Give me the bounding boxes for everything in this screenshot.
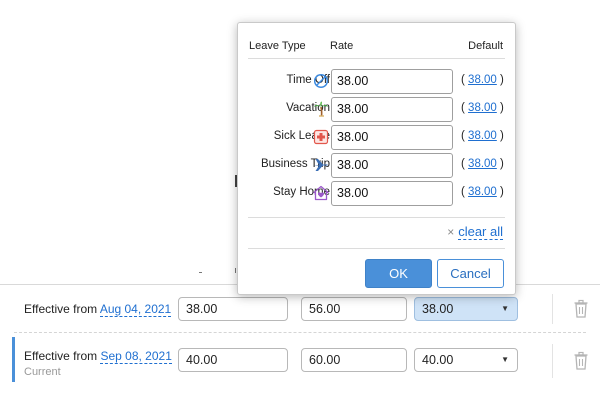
list-divider: [248, 217, 505, 218]
leave-rate-input[interactable]: 38.00: [331, 125, 453, 150]
caret-down-icon: ▼: [501, 355, 509, 364]
clear-all[interactable]: × clear all: [447, 224, 503, 240]
default-rate-link[interactable]: 38.00: [468, 74, 497, 86]
overtime-rate-input[interactable]: 60.00: [301, 348, 407, 372]
default-rate: ( 38.00 ): [461, 74, 504, 86]
bg-tick: [199, 272, 202, 273]
current-label: Current: [24, 366, 61, 378]
default-rate-link[interactable]: 38.00: [468, 186, 497, 198]
leave-rate-value: 38.00: [422, 302, 454, 316]
home-heart-icon: [313, 185, 329, 201]
leave-type-row: Sick Leave 38.00 ( 38.00 ): [238, 125, 515, 151]
default-rate-link[interactable]: 38.00: [468, 102, 497, 114]
leave-rate-select[interactable]: 38.00 ▼: [414, 297, 518, 321]
effective-date-link[interactable]: Sep 08, 2021: [100, 349, 172, 364]
rate-row: Effective from Sep 08, 2021 Current 40.0…: [12, 340, 592, 385]
clear-all-link[interactable]: clear all: [458, 224, 503, 240]
bg-tick: [235, 268, 236, 273]
medical-cross-icon: [313, 129, 329, 145]
rate-input[interactable]: 40.00: [178, 348, 288, 372]
default-rate-link[interactable]: 38.00: [468, 130, 497, 142]
leave-type-row: Vacation 38.00 ( 38.00 ): [238, 97, 515, 123]
ok-button[interactable]: OK: [365, 259, 432, 288]
paren-open: (: [461, 186, 465, 198]
clear-icon: ×: [447, 225, 455, 239]
paren-open: (: [461, 102, 465, 114]
leave-rate-input[interactable]: 38.00: [331, 69, 453, 94]
paren-close: ): [500, 158, 504, 170]
rate-input[interactable]: 38.00: [178, 297, 288, 321]
trash-icon[interactable]: [573, 351, 589, 371]
paren-close: ): [500, 186, 504, 198]
leave-rate-select[interactable]: 40.00 ▼: [414, 348, 518, 372]
effective-prefix: Effective from: [24, 302, 98, 316]
default-rate: ( 38.00 ): [461, 186, 504, 198]
header-default: Default: [468, 40, 503, 52]
effective-date-link[interactable]: Aug 04, 2021: [99, 302, 172, 317]
paren-open: (: [461, 130, 465, 142]
default-rate-link[interactable]: 38.00: [468, 158, 497, 170]
default-rate: ( 38.00 ): [461, 102, 504, 114]
paren-close: ): [500, 102, 504, 114]
overtime-rate-input[interactable]: 56.00: [301, 297, 407, 321]
default-rate: ( 38.00 ): [461, 130, 504, 142]
header-divider: [248, 58, 505, 59]
column-divider: [552, 344, 553, 378]
effective-label: Effective from Sep 08, 2021: [24, 349, 172, 364]
leave-rate-value: 40.00: [422, 353, 454, 367]
paren-open: (: [461, 74, 465, 86]
palm-tree-icon: [314, 101, 328, 117]
default-rate: ( 38.00 ): [461, 158, 504, 170]
header-leave-type: Leave Type: [249, 40, 306, 52]
trash-icon[interactable]: [573, 299, 589, 319]
leave-type-row: Stay Home 38.00 ( 38.00 ): [238, 181, 515, 207]
leave-rate-popup: Leave Type Rate Default Time Off 38.00 (…: [237, 22, 516, 295]
caret-down-icon: ▼: [501, 304, 509, 313]
effective-label: Effective from Aug 04, 2021: [24, 302, 172, 317]
airplane-icon: [314, 159, 328, 171]
row-separator: [14, 332, 586, 333]
leave-rate-input[interactable]: 38.00: [331, 97, 453, 122]
paren-close: ): [500, 74, 504, 86]
leave-rate-input[interactable]: 38.00: [331, 181, 453, 206]
prohibited-icon: [313, 73, 329, 89]
rate-row: Effective from Aug 04, 2021 38.00 56.00 …: [12, 292, 592, 332]
header-rate: Rate: [330, 40, 354, 52]
column-divider: [552, 294, 553, 324]
footer-divider: [248, 248, 505, 249]
paren-open: (: [461, 158, 465, 170]
leave-type-row: Time Off 38.00 ( 38.00 ): [238, 69, 515, 95]
paren-close: ): [500, 130, 504, 142]
cancel-button[interactable]: Cancel: [437, 259, 504, 288]
leave-rate-input[interactable]: 38.00: [331, 153, 453, 178]
leave-type-row: Business Trip 38.00 ( 38.00 ): [238, 153, 515, 179]
effective-prefix: Effective from: [24, 349, 98, 363]
